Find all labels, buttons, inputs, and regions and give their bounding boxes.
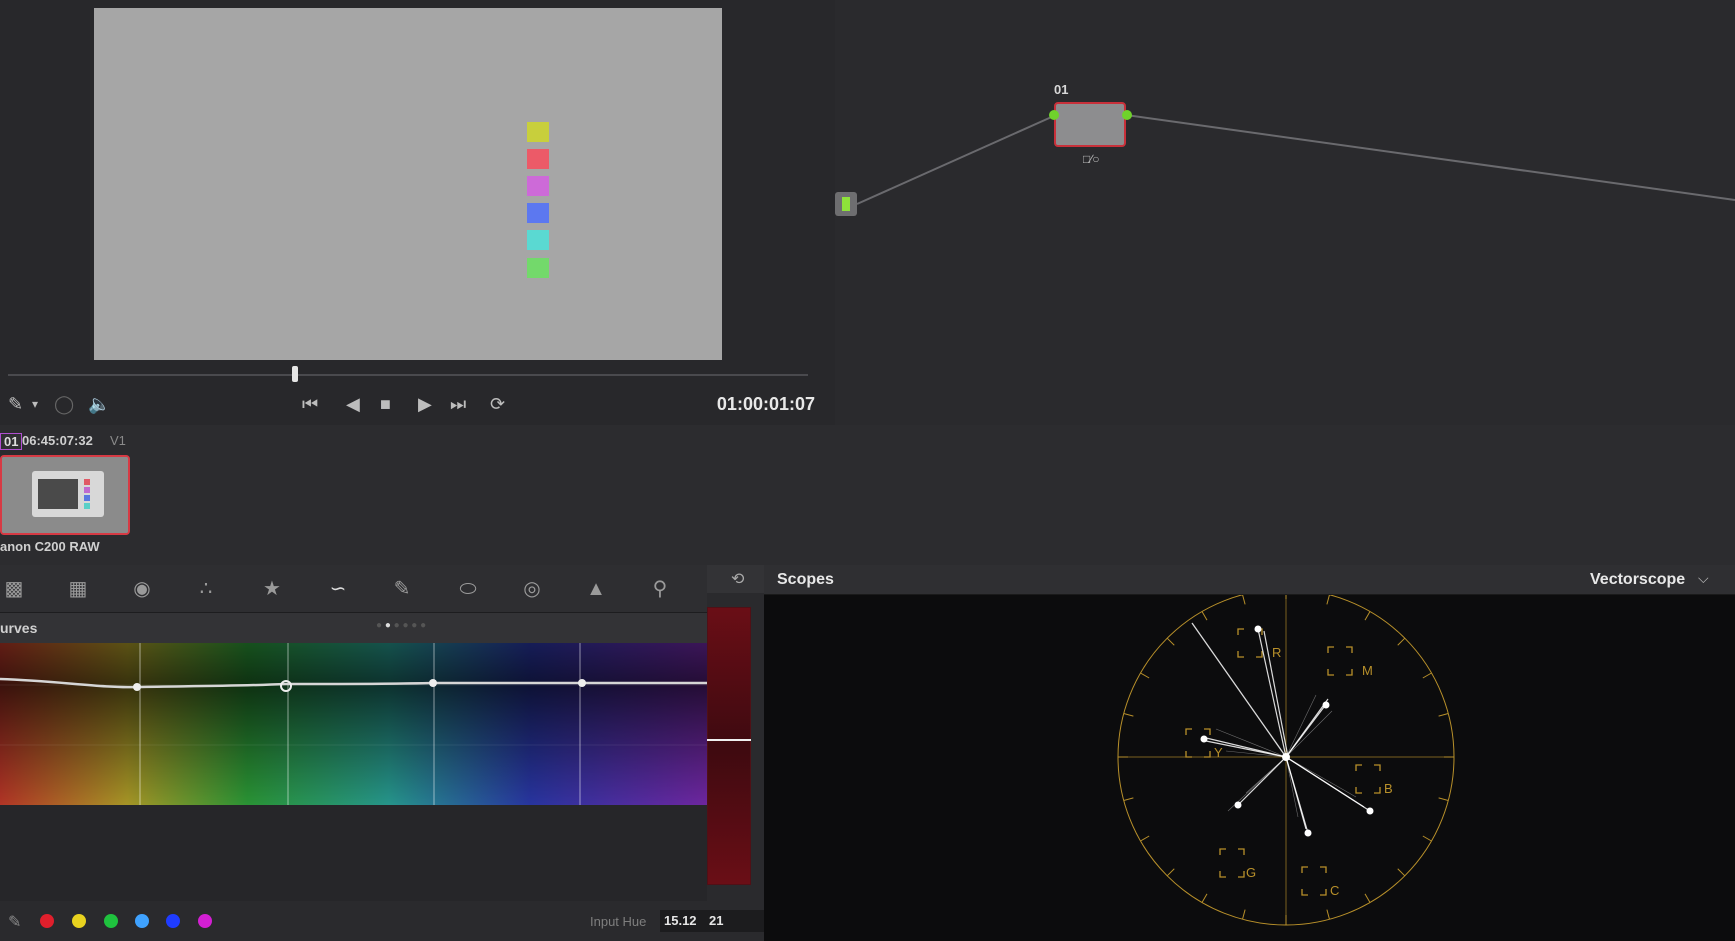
- speaker-icon[interactable]: 🔈: [88, 394, 110, 414]
- skip-to-start-icon[interactable]: ⏮: [302, 394, 318, 414]
- clip-number: 01: [0, 433, 23, 450]
- motion-effects-icon[interactable]: ★: [260, 577, 284, 601]
- scope-mode-selector[interactable]: Vectorscope: [1590, 571, 1685, 589]
- node-connections: [856, 114, 1735, 205]
- color-swatch-5: [527, 230, 549, 250]
- target-m: M: [1362, 663, 1373, 678]
- red-color-dot[interactable]: [40, 914, 54, 928]
- color-wheels-icon[interactable]: ◉: [130, 577, 154, 601]
- viewer-frame[interactable]: [94, 8, 722, 360]
- node-output-dot[interactable]: [1122, 110, 1132, 120]
- side-value-field[interactable]: 21: [707, 910, 764, 932]
- level-marker: [707, 739, 751, 741]
- step-back-icon[interactable]: ◀: [346, 394, 360, 414]
- side-meter-panel: ⟲ 21: [707, 565, 764, 941]
- palette-toolbar: ▩ ▦ ◉ ∴ ★ ∽ ✎ ⬭ ◎ ▲ ⚲: [0, 565, 707, 613]
- tracker-icon[interactable]: ◎: [520, 577, 544, 601]
- node-label: 01: [1054, 82, 1069, 97]
- chevron-down-icon[interactable]: ▾: [32, 394, 38, 414]
- vectorscope: R M Y B G C: [1117, 595, 1455, 926]
- magenta-color-dot[interactable]: [198, 914, 212, 928]
- window-icon[interactable]: ⬭: [456, 577, 480, 601]
- scopes-panel: Scopes Vectorscope ⌵ R M Y B G C: [764, 565, 1735, 941]
- playhead-handle[interactable]: [292, 366, 298, 382]
- corrector-node[interactable]: [1054, 102, 1126, 147]
- curves-title: urves: [0, 620, 38, 636]
- clip-thumbnail[interactable]: [0, 455, 130, 535]
- clip-thumbnail-image: [2, 457, 128, 533]
- node-editor[interactable]: 01 □∕○: [835, 0, 1735, 425]
- rgb-mixer-icon[interactable]: ∴: [194, 577, 218, 601]
- blur-icon[interactable]: ▲: [584, 577, 608, 601]
- viewer-panel: ✎ ▾ ◯ 🔈 ⏮ ◀ ■ ▶ ⏭ ⟳ 01:00:01:07: [0, 0, 835, 425]
- clip-strip: 01 06:45:07:32 V1 anon C200 RAW: [0, 425, 1735, 565]
- clip-track: V1: [110, 433, 126, 448]
- play-icon[interactable]: ▶: [418, 394, 432, 414]
- loop-icon[interactable]: ⟳: [490, 394, 505, 414]
- blue-color-dot[interactable]: [166, 914, 180, 928]
- color-swatch-3: [527, 176, 549, 196]
- curves-panel: ▩ ▦ ◉ ∴ ★ ∽ ✎ ⬭ ◎ ▲ ⚲ urves ● ● ● ● ● ●: [0, 565, 707, 941]
- chevron-down-icon[interactable]: ⌵: [1698, 570, 1709, 587]
- target-y: Y: [1214, 745, 1223, 760]
- curves-title-bar: [0, 613, 707, 643]
- input-hue-label: Input Hue: [590, 914, 647, 929]
- stop-icon[interactable]: ■: [380, 394, 391, 414]
- level-meter: [707, 607, 751, 885]
- color-swatch-4: [527, 203, 549, 223]
- timeline-scrubber[interactable]: [8, 374, 808, 376]
- eyedropper-icon[interactable]: ✎: [8, 912, 21, 932]
- skip-to-end-icon[interactable]: ⏭: [450, 394, 466, 414]
- target-b: B: [1384, 781, 1393, 796]
- highlight-icon[interactable]: ◯: [54, 394, 74, 414]
- yellow-color-dot[interactable]: [72, 914, 86, 928]
- node-status-icons: □∕○: [1083, 152, 1100, 166]
- qualifier-icon[interactable]: ✎: [390, 577, 414, 601]
- color-swatch-6: [527, 258, 549, 278]
- cyan-color-dot[interactable]: [135, 914, 149, 928]
- camera-raw-icon[interactable]: ▩: [2, 577, 26, 601]
- color-swatch-2: [527, 149, 549, 169]
- node-input-dot[interactable]: [1049, 110, 1059, 120]
- reset-icon[interactable]: ⟲: [731, 569, 744, 589]
- source-input[interactable]: [835, 192, 857, 216]
- scopes-title: Scopes: [777, 571, 834, 588]
- key-icon[interactable]: ⚲: [648, 577, 672, 601]
- input-hue-value[interactable]: 15.12: [660, 910, 707, 932]
- target-c: C: [1330, 883, 1339, 898]
- color-swatch-1: [527, 122, 549, 142]
- target-r: R: [1272, 645, 1281, 660]
- green-color-dot[interactable]: [104, 914, 118, 928]
- target-g: G: [1246, 865, 1256, 880]
- curve-page-dots[interactable]: ● ● ● ● ● ●: [376, 620, 426, 631]
- eyedropper-icon[interactable]: ✎: [8, 394, 23, 414]
- clip-timecode: 06:45:07:32: [22, 433, 93, 448]
- viewer-timecode: 01:00:01:07: [716, 394, 815, 414]
- color-match-icon[interactable]: ▦: [66, 577, 90, 601]
- curves-icon[interactable]: ∽: [326, 577, 350, 601]
- clip-name: anon C200 RAW: [0, 539, 100, 554]
